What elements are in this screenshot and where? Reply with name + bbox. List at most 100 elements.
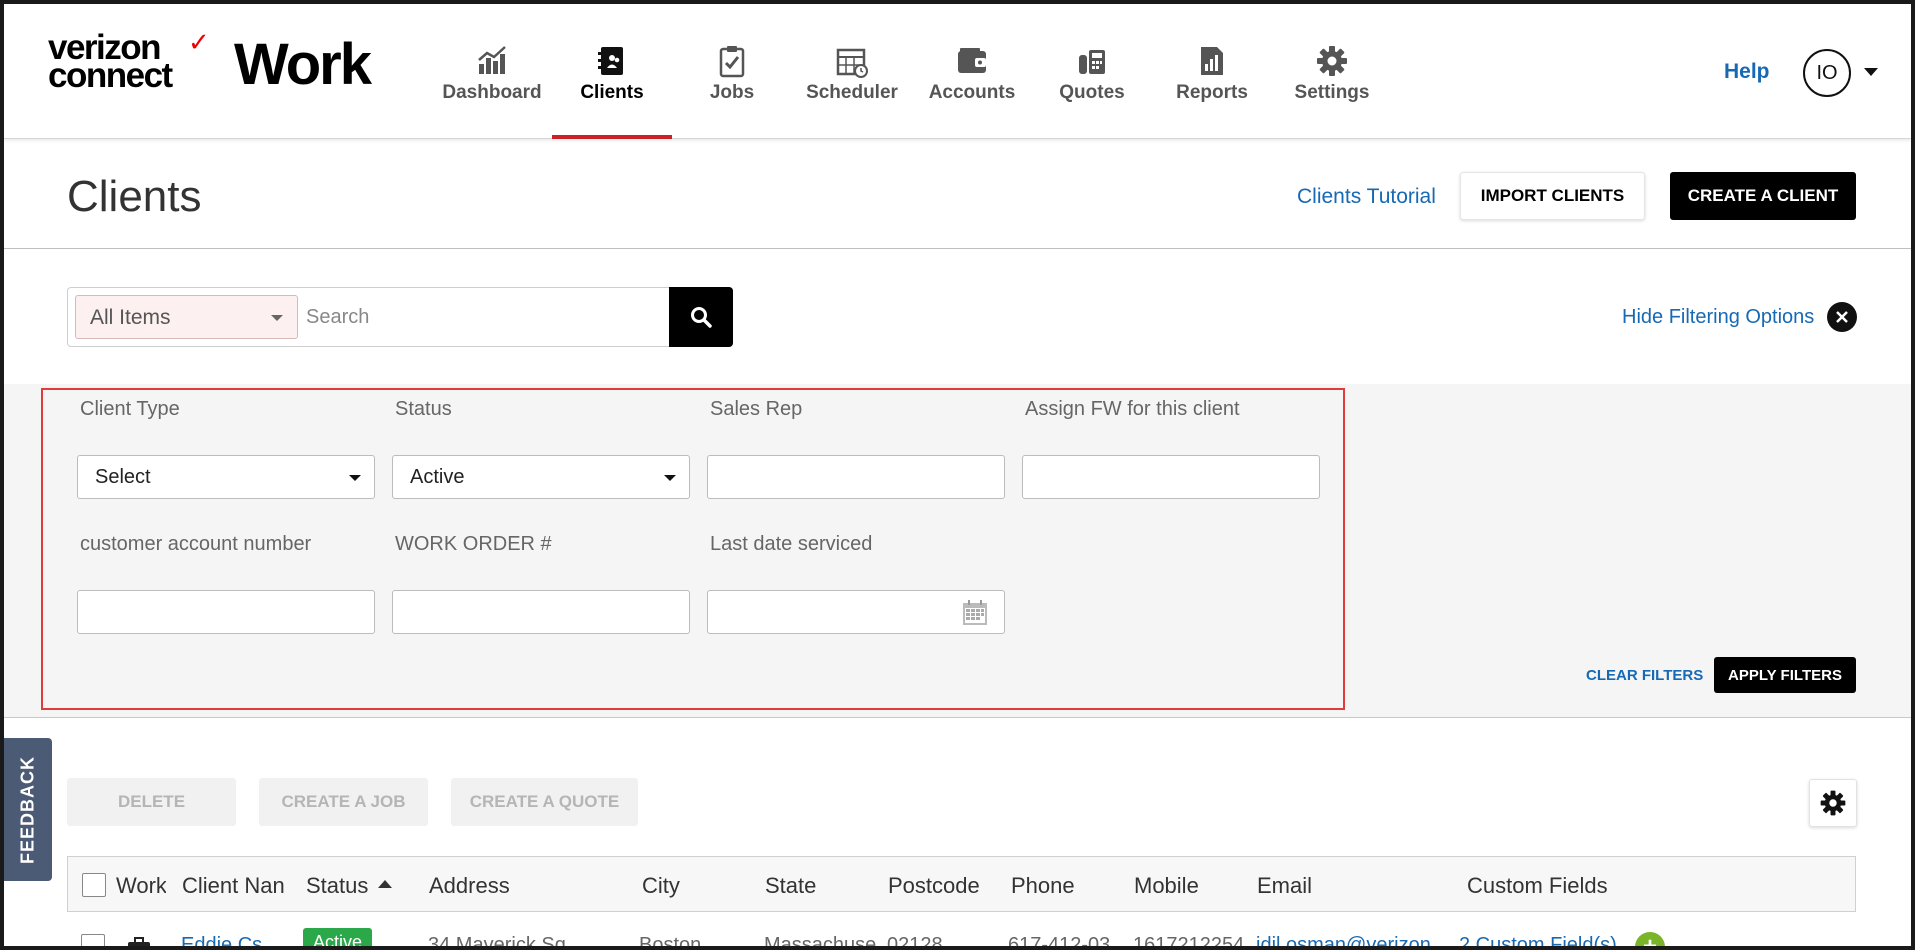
create-client-button[interactable]: CREATE A CLIENT bbox=[1670, 172, 1856, 220]
create-job-button[interactable]: CREATE A JOB bbox=[259, 778, 428, 826]
column-header-city[interactable]: City bbox=[642, 873, 680, 899]
state-cell: Massachuse bbox=[764, 934, 876, 950]
top-navbar: verizon connect ✓ Work Dashboard Clients… bbox=[4, 4, 1911, 139]
table-row[interactable]: Eddie Cs Active 34 Maverick Sq Boston Ma… bbox=[67, 912, 1856, 950]
assign-fw-label: Assign FW for this client bbox=[1025, 398, 1240, 420]
table-settings-button[interactable] bbox=[1809, 779, 1857, 827]
dashboard-icon bbox=[478, 46, 506, 74]
last-date-serviced-field[interactable] bbox=[707, 590, 1005, 634]
work-order-field[interactable] bbox=[392, 590, 690, 634]
filter-fields-highlight: Client Type Select Status Active Sales R… bbox=[41, 388, 1345, 710]
nav-label: Quotes bbox=[1059, 82, 1125, 103]
hide-filtering-options-link[interactable]: Hide Filtering Options bbox=[1622, 306, 1814, 329]
custom-fields-link[interactable]: 2 Custom Field(s) bbox=[1459, 934, 1629, 946]
help-link[interactable]: Help bbox=[1724, 60, 1770, 84]
client-name-link[interactable]: Eddie Cs bbox=[181, 934, 293, 946]
chevron-down-icon bbox=[349, 475, 361, 481]
chevron-down-icon bbox=[271, 315, 283, 321]
account-number-field[interactable] bbox=[77, 590, 375, 634]
nav-quotes[interactable]: Quotes bbox=[1032, 4, 1152, 139]
briefcase-icon bbox=[128, 937, 150, 946]
column-header-client-name[interactable]: Client Nan bbox=[182, 873, 294, 899]
address-cell: 34 Maverick Sq bbox=[428, 934, 566, 950]
search-scope-value: All Items bbox=[90, 306, 171, 329]
account-number-label: customer account number bbox=[80, 533, 312, 555]
status-value: Active bbox=[410, 466, 465, 488]
nav-jobs[interactable]: Jobs bbox=[672, 4, 792, 139]
chevron-down-icon[interactable] bbox=[1864, 68, 1878, 76]
last-date-serviced-label: Last date serviced bbox=[710, 533, 873, 555]
client-type-label: Client Type bbox=[80, 398, 180, 420]
assign-fw-field[interactable] bbox=[1022, 455, 1320, 499]
mobile-cell: 1617212254 bbox=[1133, 934, 1245, 950]
status-header-label: Status bbox=[306, 873, 369, 898]
nav-dashboard[interactable]: Dashboard bbox=[432, 4, 552, 139]
gear-icon bbox=[1820, 790, 1846, 816]
column-header-work[interactable]: Work bbox=[116, 873, 166, 899]
nav-label: Clients bbox=[580, 82, 644, 103]
work-order-label: WORK ORDER # bbox=[395, 533, 552, 555]
calendar-icon[interactable] bbox=[962, 600, 988, 626]
chevron-down-icon bbox=[664, 475, 676, 481]
search-bar: All Items bbox=[67, 287, 733, 347]
column-header-custom-fields[interactable]: Custom Fields bbox=[1467, 873, 1608, 899]
sales-rep-field[interactable] bbox=[707, 455, 1005, 499]
phone-cell: 617-412-03 bbox=[1008, 934, 1111, 950]
create-quote-button[interactable]: CREATE A QUOTE bbox=[451, 778, 638, 826]
nav-scheduler[interactable]: Scheduler bbox=[792, 4, 912, 139]
feedback-tab[interactable]: FEEDBACK bbox=[4, 738, 52, 881]
email-link[interactable]: idil.osman@verizon bbox=[1256, 934, 1432, 946]
row-checkbox[interactable] bbox=[81, 934, 105, 946]
clear-filters-button[interactable]: CLEAR FILTERS bbox=[1586, 667, 1703, 684]
nav-label: Settings bbox=[1294, 82, 1370, 103]
nav-reports[interactable]: Reports bbox=[1152, 4, 1272, 139]
nav-label: Scheduler bbox=[806, 82, 898, 103]
close-icon[interactable] bbox=[1827, 302, 1857, 332]
clients-icon bbox=[598, 47, 623, 75]
divider bbox=[4, 248, 1911, 249]
clients-tutorial-link[interactable]: Clients Tutorial bbox=[1297, 185, 1436, 209]
delete-button[interactable]: DELETE bbox=[67, 778, 236, 826]
postcode-cell: 02128 bbox=[887, 934, 943, 950]
nav-label: Accounts bbox=[928, 82, 1016, 103]
settings-icon bbox=[1317, 46, 1347, 76]
app-window: verizon connect ✓ Work Dashboard Clients… bbox=[0, 0, 1915, 950]
add-custom-field-icon[interactable]: + bbox=[1635, 932, 1665, 946]
status-select[interactable]: Active bbox=[392, 455, 690, 499]
column-header-status[interactable]: Status bbox=[306, 873, 406, 899]
search-input[interactable] bbox=[306, 295, 666, 339]
sort-ascending-icon bbox=[378, 880, 393, 889]
nav-clients[interactable]: Clients bbox=[552, 4, 672, 139]
main-nav: Dashboard Clients Jobs Scheduler Account… bbox=[432, 4, 1392, 139]
column-header-phone[interactable]: Phone bbox=[1011, 873, 1075, 899]
import-clients-button[interactable]: IMPORT CLIENTS bbox=[1460, 172, 1645, 220]
scheduler-icon bbox=[836, 48, 868, 78]
column-header-state[interactable]: State bbox=[765, 873, 816, 899]
nav-accounts[interactable]: Accounts bbox=[912, 4, 1032, 139]
jobs-icon bbox=[719, 46, 745, 78]
nav-settings[interactable]: Settings bbox=[1272, 4, 1392, 139]
search-button[interactable] bbox=[669, 287, 733, 347]
column-header-address[interactable]: Address bbox=[429, 873, 510, 899]
apply-filters-button[interactable]: APPLY FILTERS bbox=[1714, 657, 1856, 693]
status-label: Status bbox=[395, 398, 452, 420]
verizon-connect-logo: verizon connect ✓ bbox=[48, 27, 210, 95]
page-title: Clients bbox=[67, 172, 202, 221]
accounts-icon bbox=[958, 48, 986, 73]
feedback-label: FEEDBACK bbox=[17, 755, 38, 864]
city-cell: Boston bbox=[639, 934, 702, 950]
product-logo: Work bbox=[234, 32, 372, 97]
status-badge: Active bbox=[303, 928, 373, 946]
nav-label: Reports bbox=[1176, 82, 1248, 103]
reports-icon bbox=[1201, 47, 1223, 75]
user-avatar[interactable]: IO bbox=[1803, 49, 1851, 97]
column-header-email[interactable]: Email bbox=[1257, 873, 1312, 899]
x-glyph bbox=[1836, 311, 1848, 323]
client-type-select[interactable]: Select bbox=[77, 455, 375, 499]
column-header-mobile[interactable]: Mobile bbox=[1134, 873, 1199, 899]
select-all-checkbox[interactable] bbox=[82, 873, 106, 897]
sales-rep-label: Sales Rep bbox=[710, 398, 803, 420]
search-icon bbox=[691, 307, 712, 328]
search-scope-select[interactable]: All Items bbox=[75, 295, 298, 339]
column-header-postcode[interactable]: Postcode bbox=[888, 873, 980, 899]
